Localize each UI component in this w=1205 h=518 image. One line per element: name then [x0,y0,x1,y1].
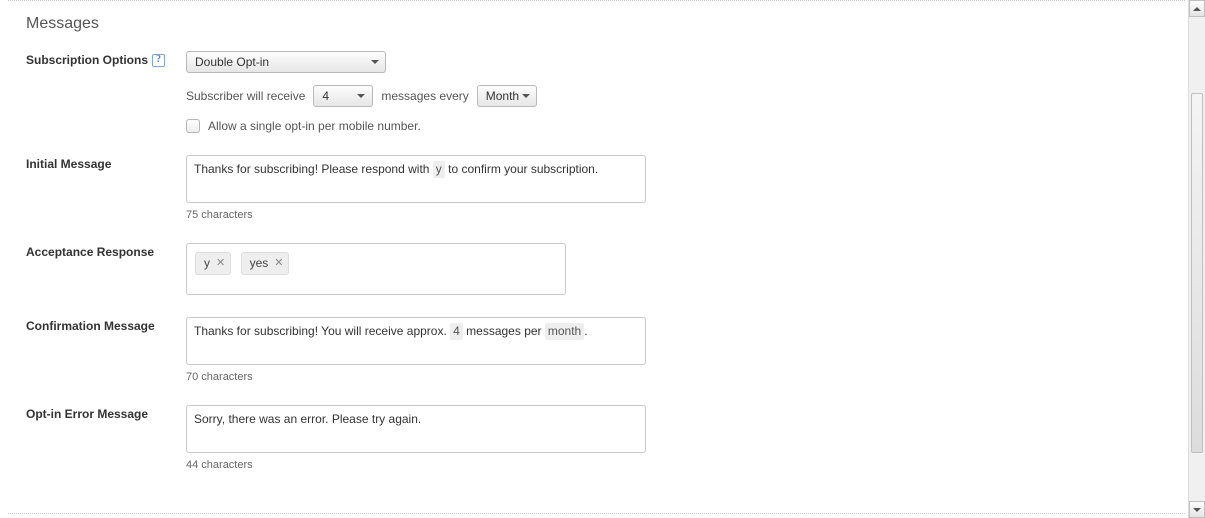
single-optin-row: Allow a single opt-in per mobile number. [186,119,1167,133]
confirmation-text-mid: messages per [463,324,545,338]
confirmation-char-count: 70 characters [186,371,1167,383]
close-icon[interactable]: ✕ [216,258,225,269]
chevron-down-icon [1193,508,1201,512]
error-message-text: Sorry, there was an error. Please try ag… [194,412,421,426]
acceptance-tags-input[interactable]: y ✕ yes ✕ [186,243,566,295]
error-message-textarea[interactable]: Sorry, there was an error. Please try ag… [186,405,646,453]
close-icon[interactable]: ✕ [274,258,283,269]
scroll-track[interactable] [1189,17,1205,501]
tag-yes: yes ✕ [241,252,290,275]
frequency-count-value: 4 [322,89,329,103]
row-confirmation-message: Confirmation Message Thanks for subscrib… [26,317,1167,383]
error-message-char-count: 44 characters [186,459,1167,471]
label-error-message: Opt-in Error Message [26,405,186,421]
row-error-message: Opt-in Error Message Sorry, there was an… [26,405,1167,471]
row-acceptance-response: Acceptance Response y ✕ yes ✕ [26,243,1167,295]
initial-message-chip-y: y [433,161,445,178]
scroll-thumb[interactable] [1191,93,1203,453]
scroll-up-button[interactable] [1189,0,1205,17]
field-confirmation-message: Thanks for subscribing! You will receive… [186,317,1167,383]
frequency-period-value: Month [486,89,519,103]
label-acceptance-response: Acceptance Response [26,243,186,259]
messages-panel: Messages Subscription Options ? Double O… [8,0,1185,514]
subscription-type-value: Double Opt-in [195,55,269,69]
field-initial-message: Thanks for subscribing! Please respond w… [186,155,1167,221]
confirmation-chip-count: 4 [450,323,463,340]
subscription-type-dropdown[interactable]: Double Opt-in [186,51,386,73]
confirmation-text-before1: Thanks for subscribing! You will receive… [194,324,450,338]
tag-yes-label: yes [250,255,269,272]
field-acceptance-response: y ✕ yes ✕ [186,243,1167,295]
initial-message-text-after: to confirm your subscription. [445,162,598,176]
chevron-down-icon [357,94,365,98]
chevron-down-icon [371,60,379,64]
help-icon[interactable]: ? [152,54,165,67]
initial-message-char-count: 75 characters [186,209,1167,221]
single-optin-checkbox[interactable] [186,119,200,133]
single-optin-label: Allow a single opt-in per mobile number. [208,119,421,133]
scroll-down-button[interactable] [1189,501,1205,518]
label-initial-message: Initial Message [26,155,186,171]
frequency-count-dropdown[interactable]: 4 [313,85,373,107]
field-error-message: Sorry, there was an error. Please try ag… [186,405,1167,471]
field-subscription-options: Double Opt-in Subscriber will receive 4 … [186,51,1167,133]
label-subscription-options: Subscription Options ? [26,51,186,67]
page-root: Messages Subscription Options ? Double O… [0,0,1205,518]
row-subscription-options: Subscription Options ? Double Opt-in Sub… [26,51,1167,133]
frequency-period-dropdown[interactable]: Month [477,85,537,107]
tag-y: y ✕ [195,252,231,275]
frequency-row: Subscriber will receive 4 messages every… [186,85,1167,107]
chevron-up-icon [1193,7,1201,11]
section-title: Messages [26,15,1167,33]
label-subscription-options-text: Subscription Options [26,53,148,67]
confirmation-text-after: . [584,324,587,338]
row-initial-message: Initial Message Thanks for subscribing! … [26,155,1167,221]
tag-y-label: y [204,255,210,272]
frequency-mid: messages every [381,89,468,103]
initial-message-textarea[interactable]: Thanks for subscribing! Please respond w… [186,155,646,203]
frequency-prefix: Subscriber will receive [186,89,305,103]
label-confirmation-message: Confirmation Message [26,317,186,333]
chevron-down-icon [522,94,530,98]
vertical-scrollbar[interactable] [1188,0,1205,518]
initial-message-text-before: Thanks for subscribing! Please respond w… [194,162,433,176]
confirmation-message-textarea[interactable]: Thanks for subscribing! You will receive… [186,317,646,365]
confirmation-chip-period: month [545,323,584,340]
